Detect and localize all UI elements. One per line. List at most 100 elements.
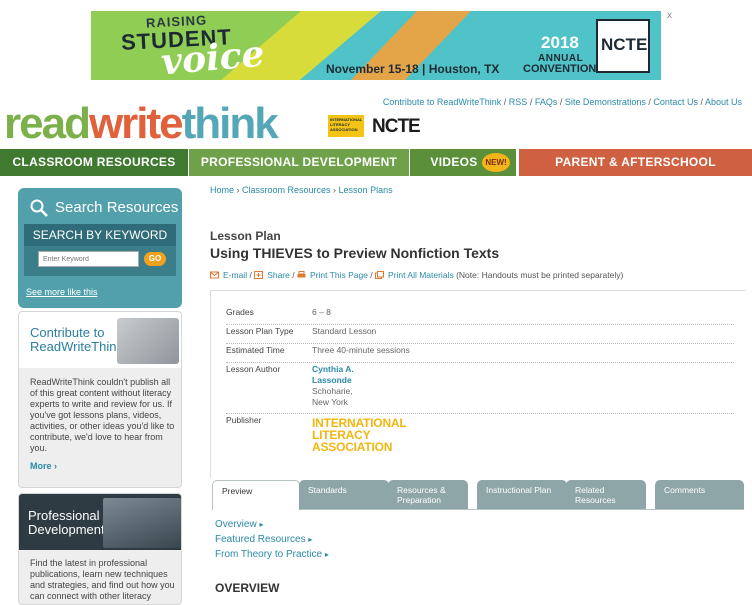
breadcrumb: Home › Classroom Resources › Lesson Plan…	[210, 185, 393, 195]
tab-standards[interactable]: Standards	[299, 480, 389, 510]
logo-read: read	[4, 99, 91, 148]
triangle-right-icon: ▸	[324, 550, 329, 559]
tab-comments[interactable]: Comments	[655, 480, 744, 510]
link-site-demonstrations[interactable]: Site Demonstrations	[565, 97, 646, 107]
banner-convention-text: CONVENTION	[523, 63, 597, 75]
publisher-ila-logo[interactable]: INTERNATIONAL LITERACY ASSOCIATION	[312, 417, 406, 453]
search-resources-title: Search Resources	[55, 199, 179, 216]
grades-value: 6 – 8	[312, 307, 331, 317]
triangle-right-icon: ▸	[259, 520, 264, 529]
tab-instructional-plan[interactable]: Instructional Plan	[477, 480, 567, 510]
contribute-header[interactable]: Contribute to ReadWriteThink	[19, 312, 181, 368]
grades-label: Grades	[226, 307, 254, 317]
time-value: Three 40-minute sessions	[312, 345, 410, 355]
email-link[interactable]: E-mail	[223, 270, 247, 280]
author-name-link[interactable]: Cynthia A. Lassonde	[312, 364, 368, 386]
tab-resources-preparation[interactable]: Resources & Preparation	[388, 480, 468, 510]
email-icon	[210, 271, 219, 279]
action-links: E-mail / Share / Print This Page / Print…	[210, 270, 623, 280]
chevron-right-icon: ›	[54, 461, 58, 471]
lesson-tabs: Preview Standards Resources & Preparatio…	[212, 480, 744, 510]
featured-link-label: Featured Resources	[215, 534, 306, 545]
banner-ncte-text: NCTE	[601, 35, 648, 54]
theory-link-label: From Theory to Practice	[215, 549, 323, 560]
author-label: Lesson Author	[226, 364, 281, 374]
breadcrumb-classroom-resources[interactable]: Classroom Resources	[242, 185, 331, 195]
detail-row-grades: Grades 6 – 8	[226, 307, 734, 325]
time-label: Estimated Time	[226, 345, 285, 355]
detail-row-time: Estimated Time Three 40-minute sessions	[226, 345, 734, 363]
nav-classroom-resources[interactable]: Classroom Resources	[0, 149, 188, 176]
convention-banner-ad[interactable]: RAISING STUDENT voice November 15-18 | H…	[91, 11, 661, 80]
utility-links: Contribute to ReadWriteThink / RSS / FAQ…	[383, 97, 742, 107]
section-link-theory-practice[interactable]: From Theory to Practice ▸	[215, 547, 329, 562]
tab-related-resources[interactable]: Related Resources	[566, 480, 646, 510]
link-separator: /	[697, 97, 705, 107]
link-contribute[interactable]: Contribute to ReadWriteThink	[383, 97, 501, 107]
ncte-logo[interactable]: NCTE	[372, 116, 421, 138]
see-more-link[interactable]: See more like this	[26, 287, 98, 297]
contribute-more-link[interactable]: More ›	[30, 461, 57, 471]
detail-row-author: Lesson Author Cynthia A. Lassonde Schoha…	[226, 364, 734, 414]
print-page-link[interactable]: Print This Page	[310, 270, 368, 280]
publisher-label: Publisher	[226, 415, 262, 425]
section-links: Overview ▸ Featured Resources ▸ From The…	[215, 517, 329, 562]
type-value: Standard Lesson	[312, 326, 377, 336]
type-label: Lesson Plan Type	[226, 326, 294, 336]
link-faqs[interactable]: FAQs	[535, 97, 558, 107]
close-ad-button[interactable]: x	[667, 10, 672, 21]
main-nav: Classroom Resources Professional Develop…	[0, 149, 752, 196]
share-plus-icon	[254, 271, 264, 279]
nav-professional-development[interactable]: Professional Development	[189, 149, 409, 176]
author-location: Schoharie, New York	[312, 386, 353, 407]
print-note: (Note: Handouts must be printed separate…	[456, 270, 624, 280]
keyword-form: GO	[24, 246, 176, 276]
contribute-description: ReadWriteThink couldn't publish all of t…	[30, 377, 175, 453]
breadcrumb-chevron-icon: ›	[234, 185, 243, 195]
banner-year-text: 2018	[541, 33, 579, 52]
detail-row-publisher: Publisher	[226, 415, 734, 477]
readwritethink-logo[interactable]: readwritethink	[4, 99, 279, 148]
breadcrumb-home[interactable]: Home	[210, 185, 234, 195]
ila-logo[interactable]: INTERNATIONAL LITERACY ASSOCIATION	[328, 115, 364, 137]
content-type-label: Lesson Plan	[210, 229, 281, 243]
contribute-title: Contribute to ReadWriteThink	[30, 325, 123, 354]
author-block: Cynthia A. Lassonde Schoharie, New York	[312, 364, 368, 408]
pd-description: Find the latest in professional publicat…	[30, 558, 175, 601]
page-title: Using THIEVES to Preview Nonfiction Text…	[210, 245, 500, 261]
logo-think: think	[181, 99, 279, 148]
triangle-right-icon: ▸	[308, 535, 313, 544]
people-photo	[103, 498, 181, 548]
magnifier-icon	[30, 199, 48, 217]
logo-write: write	[88, 99, 184, 148]
print-all-link[interactable]: Print All Materials	[388, 270, 454, 280]
print-all-icon	[375, 271, 385, 279]
link-rss[interactable]: RSS	[509, 97, 528, 107]
contribute-panel: Contribute to ReadWriteThink ReadWriteTh…	[18, 311, 182, 488]
new-badge: NEW!	[482, 153, 510, 172]
search-resources-panel: Search Resources SEARCH BY KEYWORD GO Se…	[18, 188, 182, 308]
tab-divider	[300, 509, 744, 510]
breadcrumb-chevron-icon: ›	[330, 185, 339, 195]
link-separator: /	[527, 97, 535, 107]
share-link[interactable]: Share	[267, 270, 290, 280]
detail-row-type: Lesson Plan Type Standard Lesson	[226, 326, 734, 344]
link-about-us[interactable]: About Us	[705, 97, 742, 107]
more-label: More	[30, 461, 52, 471]
search-by-keyword-label: SEARCH BY KEYWORD	[24, 224, 176, 246]
nav-parent-afterschool[interactable]: Parent & Afterschool Resources	[519, 149, 752, 196]
link-separator: /	[501, 97, 509, 107]
lesson-details-table: Grades 6 – 8 Lesson Plan Type Standard L…	[210, 290, 746, 478]
banner-dates-text: November 15-18 | Houston, TX	[326, 62, 500, 76]
section-link-overview[interactable]: Overview ▸	[215, 517, 329, 532]
go-button[interactable]: GO	[144, 252, 166, 266]
keyword-input[interactable]	[38, 251, 139, 267]
tab-preview[interactable]: Preview	[212, 480, 300, 510]
banner-ncte-logo: NCTE	[596, 19, 650, 73]
professional-development-panel: Professional Development Find the latest…	[18, 493, 182, 605]
section-link-featured-resources[interactable]: Featured Resources ▸	[215, 532, 329, 547]
link-contact-us[interactable]: Contact Us	[653, 97, 698, 107]
pd-header[interactable]: Professional Development	[19, 494, 181, 550]
overview-heading: OVERVIEW	[215, 581, 280, 595]
breadcrumb-lesson-plans[interactable]: Lesson Plans	[339, 185, 393, 195]
